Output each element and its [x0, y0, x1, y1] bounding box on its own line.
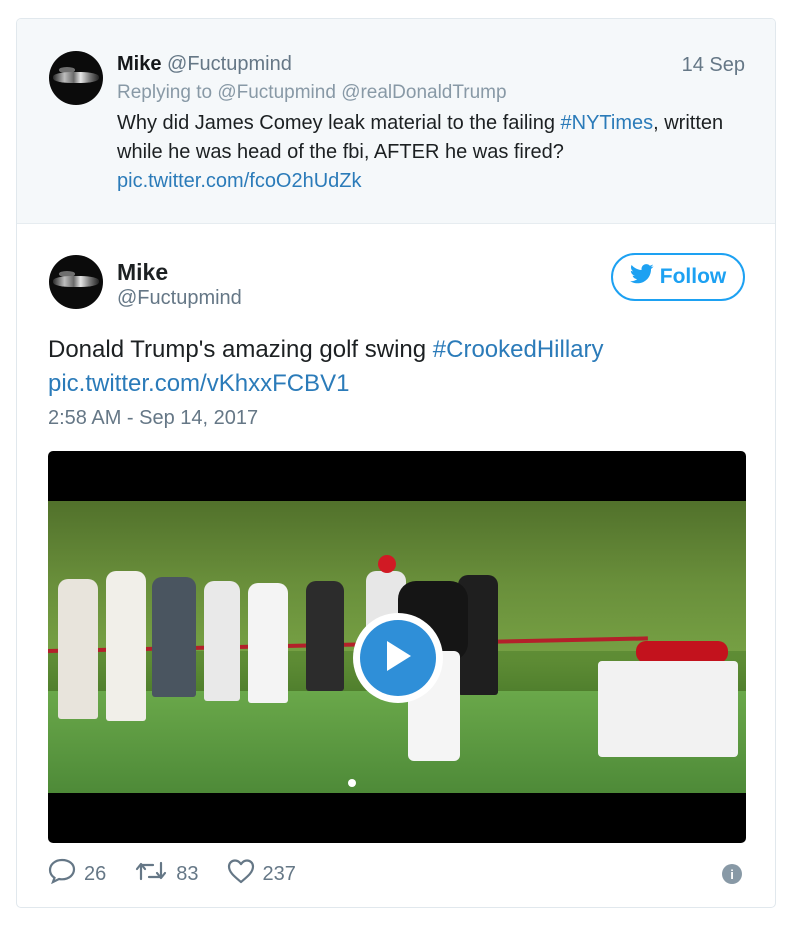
tweet-timestamp[interactable]: 2:58 AM - Sep 14, 2017 — [48, 407, 258, 430]
hashtag-link[interactable]: #CrookedHillary — [433, 336, 604, 363]
like-action[interactable]: 237 — [227, 858, 296, 890]
follow-label: Follow — [659, 265, 727, 288]
twitter-bird-icon — [629, 264, 654, 290]
tweet-text: Donald Trump's amazing golf swing #Crook… — [48, 333, 748, 401]
tweet-date[interactable]: 14 Sep — [682, 54, 745, 77]
info-icon[interactable]: i — [722, 864, 742, 884]
author-name[interactable]: Mike — [117, 53, 161, 75]
hashtag-link[interactable]: #NYTimes — [561, 112, 654, 134]
play-icon — [383, 639, 413, 678]
like-icon — [227, 858, 255, 890]
avatar[interactable] — [49, 255, 103, 309]
reply-icon — [48, 858, 76, 890]
reply-count: 26 — [84, 862, 107, 885]
follow-button[interactable]: Follow — [611, 253, 745, 301]
pic-link[interactable]: pic.twitter.com/fcoO2hUdZk — [117, 170, 362, 192]
avatar[interactable] — [49, 51, 103, 105]
replying-to-line: Replying to @Fuctupmind @realDonaldTrump — [117, 82, 507, 104]
like-count: 237 — [262, 862, 296, 885]
tweet-actions: 26 83 237 — [48, 857, 324, 891]
reply-action[interactable]: 26 — [48, 858, 106, 890]
pic-link[interactable]: pic.twitter.com/vKhxxFCBV1 — [48, 370, 349, 397]
parent-tweet-header: Mike @Fuctupmind — [117, 52, 292, 76]
author-handle[interactable]: @Fuctupmind — [167, 53, 292, 75]
tweet-text-part: Why did James Comey leak material to the… — [117, 112, 561, 134]
retweet-action[interactable]: 83 — [134, 859, 199, 889]
replying-to-link[interactable]: @Fuctupmind — [217, 82, 336, 103]
parent-tweet[interactable]: Mike @Fuctupmind 14 Sep Replying to @Fuc… — [17, 19, 775, 224]
tweet-card: Mike @Fuctupmind 14 Sep Replying to @Fuc… — [16, 18, 776, 908]
replying-to-link[interactable]: @realDonaldTrump — [341, 82, 506, 103]
tweet-text-part: Donald Trump's amazing golf swing — [48, 336, 433, 363]
retweet-icon — [134, 859, 168, 889]
retweet-count: 83 — [176, 862, 199, 885]
play-button[interactable] — [353, 613, 443, 703]
author-name[interactable]: Mike — [117, 259, 168, 286]
video-player[interactable] — [48, 451, 746, 843]
author-handle[interactable]: @Fuctupmind — [117, 287, 242, 310]
tweet-text: Why did James Comey leak material to the… — [117, 109, 737, 196]
replying-prefix: Replying to — [117, 82, 213, 103]
